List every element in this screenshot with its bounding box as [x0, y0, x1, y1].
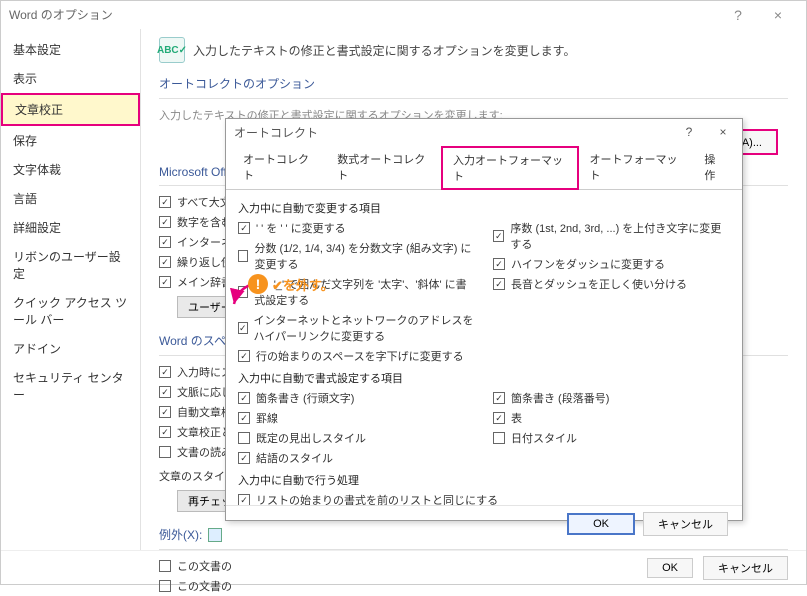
- chk-label: 数字を含む: [177, 214, 232, 230]
- chk-label: 分数 (1/2, 1/4, 3/4) を分数文字 (組み文字) に変更する: [254, 240, 475, 272]
- chk-label: 既定の見出しスタイル: [256, 430, 366, 446]
- sidebar-item[interactable]: 文字体裁: [1, 155, 140, 184]
- checkbox[interactable]: [159, 256, 171, 268]
- checkbox[interactable]: [159, 406, 171, 418]
- checkbox[interactable]: [493, 230, 504, 242]
- sidebar-item[interactable]: 表示: [1, 64, 140, 93]
- checkbox[interactable]: [238, 494, 250, 505]
- checkbox[interactable]: [238, 250, 248, 262]
- chk-label: '*'、'_' で囲んだ文字列を '太字'、'斜体' に書式設定する: [254, 276, 475, 308]
- chk-label: 自動文章校: [177, 404, 232, 420]
- checkbox[interactable]: [238, 412, 250, 424]
- sidebar-item[interactable]: 保存: [1, 126, 140, 155]
- checkbox[interactable]: [493, 412, 505, 424]
- chk-label: 長音とダッシュを正しく使い分ける: [511, 276, 687, 292]
- outer-footer: OK キャンセル: [1, 550, 806, 584]
- outer-title-text: Word のオプション: [9, 1, 113, 29]
- category-sidebar: 基本設定 表示 文章校正 保存 文字体裁 言語 詳細設定 リボンのユーザー設定 …: [1, 29, 141, 550]
- cancel-button[interactable]: キャンセル: [643, 512, 728, 536]
- checkbox[interactable]: [159, 196, 171, 208]
- chk-label: 結語のスタイル: [256, 450, 333, 466]
- inner-title-text: オートコレクト: [234, 124, 318, 141]
- checkbox[interactable]: [493, 392, 505, 404]
- group-title: 入力中に自動で変更する項目: [238, 196, 730, 218]
- checkbox[interactable]: [159, 366, 171, 378]
- chk-label: 行の始まりのスペースを字下げに変更する: [256, 348, 464, 364]
- ok-button[interactable]: OK: [647, 558, 693, 578]
- checkbox[interactable]: [493, 278, 505, 290]
- checkbox[interactable]: [159, 446, 171, 458]
- autocorrect-dialog: オートコレクト ? × オートコレクト 数式オートコレクト 入力オートフォーマッ…: [225, 118, 743, 521]
- chk-label: インターネットとネットワークのアドレスをハイパーリンクに変更する: [254, 312, 475, 344]
- exception-label: 例外(X):: [159, 526, 202, 543]
- sidebar-item[interactable]: 詳細設定: [1, 213, 140, 242]
- checkbox[interactable]: [159, 216, 171, 228]
- sidebar-item[interactable]: 言語: [1, 184, 140, 213]
- chk-label: 序数 (1st, 2nd, 3rd, ...) を上付き文字に変更する: [510, 220, 730, 252]
- chk-label: 箇条書き (段落番号): [511, 390, 609, 406]
- tab-autoformat-as-you-type[interactable]: 入力オートフォーマット: [441, 146, 578, 190]
- sidebar-item-proofing[interactable]: 文章校正: [1, 93, 140, 126]
- checkbox[interactable]: [238, 452, 250, 464]
- help-icon[interactable]: ?: [718, 1, 758, 29]
- chk-label: 日付スタイル: [511, 430, 577, 446]
- section-autocorrect-title: オートコレクトのオプション: [159, 71, 788, 96]
- chk-label: 箇条書き (行頭文字): [256, 390, 354, 406]
- chk-label: リストの始まりの書式を前のリストと同じにする: [256, 492, 498, 505]
- checkbox[interactable]: [238, 432, 250, 444]
- chk-label: 罫線: [256, 410, 278, 426]
- proofing-icon: ABC✓: [159, 37, 185, 63]
- chk-label: 繰り返し使: [177, 254, 232, 270]
- main-head-text: 入力したテキストの修正と書式設定に関するオプションを変更します。: [193, 42, 575, 59]
- checkbox[interactable]: [493, 258, 505, 270]
- chk-label: すべて大文: [177, 194, 231, 210]
- checkbox[interactable]: [238, 222, 250, 234]
- ok-button[interactable]: OK: [567, 513, 635, 535]
- checkbox[interactable]: [238, 286, 248, 298]
- chk-label: 文章校正と: [177, 424, 232, 440]
- group-title: 入力中に自動で行う処理: [238, 468, 730, 490]
- outer-titlebar: Word のオプション ? ×: [1, 1, 806, 29]
- tab-math-autocorrect[interactable]: 数式オートコレクト: [326, 146, 441, 190]
- sidebar-item[interactable]: アドイン: [1, 334, 140, 363]
- window-controls: ? ×: [718, 1, 798, 29]
- tab-actions[interactable]: 操作: [693, 146, 736, 190]
- checkbox[interactable]: [493, 432, 505, 444]
- checkbox[interactable]: [159, 276, 171, 288]
- checkbox[interactable]: [159, 236, 171, 248]
- cancel-button[interactable]: キャンセル: [703, 556, 788, 580]
- sidebar-item[interactable]: クイック アクセス ツール バー: [1, 288, 140, 334]
- inner-window-controls: ? ×: [672, 119, 740, 145]
- checkbox[interactable]: [238, 392, 250, 404]
- sidebar-item[interactable]: セキュリティ センター: [1, 363, 140, 409]
- inner-body: 入力中に自動で変更する項目 ' ' を ' ' に変更する 分数 (1/2, 1…: [226, 190, 742, 505]
- chk-label: ' ' を ' ' に変更する: [256, 220, 346, 236]
- close-icon[interactable]: ×: [706, 119, 740, 145]
- help-icon[interactable]: ?: [672, 119, 706, 145]
- chk-label: 入力時にス: [177, 364, 232, 380]
- tab-autoformat[interactable]: オートフォーマット: [579, 146, 694, 190]
- checkbox[interactable]: [238, 322, 248, 334]
- chk-label: 文脈に応じ: [177, 384, 232, 400]
- tab-autocorrect[interactable]: オートコレクト: [232, 146, 326, 190]
- sidebar-item[interactable]: リボンのユーザー設定: [1, 242, 140, 288]
- checkbox-indent-on-space[interactable]: [238, 350, 250, 362]
- chk-label: 文書の読み: [177, 444, 232, 460]
- document-icon: [208, 528, 222, 542]
- chk-label: ハイフンをダッシュに変更する: [511, 256, 665, 272]
- inner-footer: OK キャンセル: [226, 505, 742, 541]
- checkbox[interactable]: [159, 426, 171, 438]
- group-title: 入力中に自動で書式設定する項目: [238, 366, 730, 388]
- checkbox[interactable]: [159, 386, 171, 398]
- inner-titlebar: オートコレクト ? ×: [226, 119, 742, 145]
- close-icon[interactable]: ×: [758, 1, 798, 29]
- sidebar-item[interactable]: 基本設定: [1, 35, 140, 64]
- chk-label: 表: [511, 410, 522, 426]
- tab-strip: オートコレクト 数式オートコレクト 入力オートフォーマット オートフォーマット …: [226, 145, 742, 190]
